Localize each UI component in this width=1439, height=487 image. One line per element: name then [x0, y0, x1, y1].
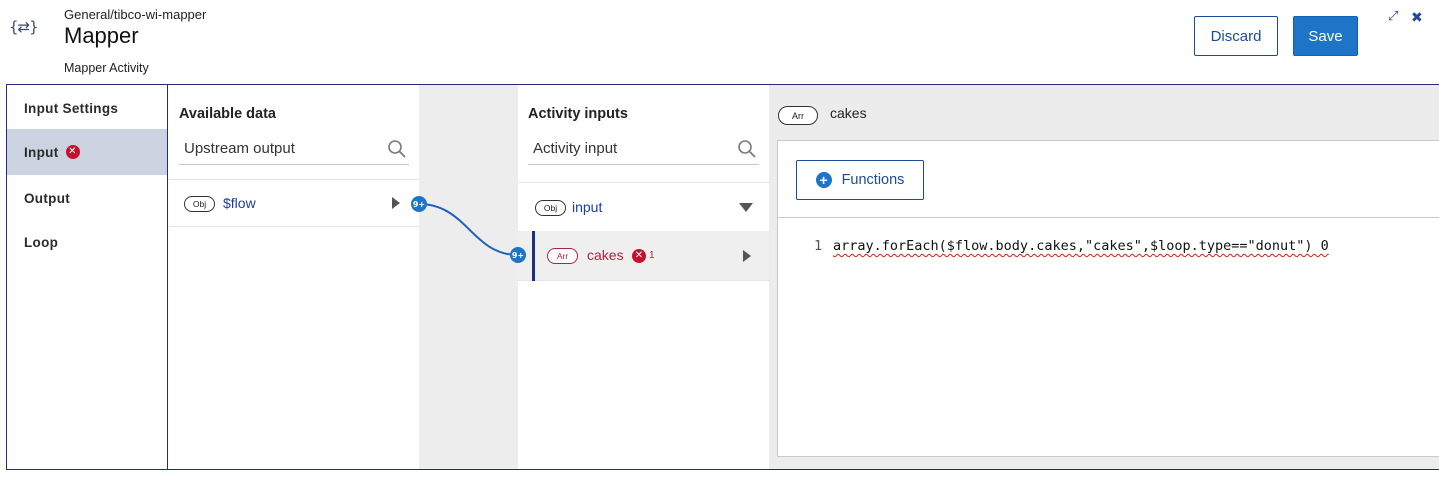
- page-title: Mapper: [64, 23, 139, 48]
- tree-row-input[interactable]: Obj input: [518, 182, 769, 230]
- tree-row-flow[interactable]: Obj $flow: [169, 179, 419, 227]
- page-subtitle: Mapper Activity: [64, 61, 149, 75]
- tab-output[interactable]: Output: [7, 175, 167, 221]
- plus-icon: +: [815, 172, 832, 188]
- mapping-node-target[interactable]: 9+: [510, 247, 526, 263]
- expand-icon[interactable]: ⤢: [1388, 9, 1398, 24]
- collapse-arrow-icon[interactable]: [739, 203, 753, 212]
- tab-label: Input Settings: [24, 100, 119, 116]
- activity-inputs-title: Activity inputs: [528, 106, 628, 122]
- breadcrumb: General/tibco-wi-mapper: [64, 7, 207, 22]
- save-button[interactable]: Save: [1293, 16, 1358, 56]
- tab-input-settings[interactable]: Input Settings: [7, 85, 167, 131]
- error-count: 1: [649, 250, 655, 261]
- code-line[interactable]: 1 array.forEach($flow.body.cakes,"cakes"…: [778, 238, 1439, 258]
- error-icon: ✕: [632, 249, 646, 263]
- editor-divider: [778, 217, 1439, 218]
- tab-label: Loop: [24, 234, 59, 250]
- upstream-search-input[interactable]: Upstream output: [179, 133, 409, 165]
- tab-label: Output: [24, 190, 71, 206]
- discard-button[interactable]: Discard: [1194, 16, 1278, 56]
- available-data-panel: Available data Upstream output Obj $flow: [169, 85, 419, 469]
- mapper-frame: Input Settings Input ✕ Output Loop Avail…: [6, 84, 1439, 470]
- tab-loop[interactable]: Loop: [7, 219, 167, 265]
- search-placeholder: Activity input: [533, 140, 618, 157]
- obj-type-badge: Obj: [535, 200, 566, 216]
- activity-search-input[interactable]: Activity input: [528, 133, 759, 165]
- tab-input[interactable]: Input ✕: [7, 129, 167, 175]
- expression-editor[interactable]: + Functions 1 array.forEach($flow.body.c…: [777, 140, 1439, 457]
- close-icon[interactable]: ✖: [1411, 10, 1423, 26]
- arr-type-badge: Arr: [778, 106, 818, 125]
- search-icon[interactable]: [387, 139, 407, 159]
- functions-label: Functions: [841, 172, 905, 188]
- tree-row-cakes[interactable]: Arr cakes ✕ 1: [518, 231, 769, 281]
- tab-label: Input: [24, 144, 59, 160]
- obj-type-badge: Obj: [184, 196, 215, 212]
- settings-tabs: Input Settings Input ✕ Output Loop: [7, 85, 168, 469]
- functions-button[interactable]: + Functions: [796, 160, 924, 200]
- available-data-title: Available data: [179, 106, 276, 122]
- expand-arrow-icon[interactable]: [391, 197, 401, 209]
- line-number: 1: [814, 238, 823, 254]
- search-icon[interactable]: [737, 139, 757, 159]
- code-text[interactable]: array.forEach($flow.body.cakes,"cakes",$…: [833, 238, 1329, 254]
- tree-item-label: input: [572, 199, 603, 215]
- selection-indicator: [532, 231, 535, 281]
- mapper-icon: {⇄}: [9, 18, 39, 36]
- tree-item-label: $flow: [223, 195, 256, 211]
- expand-arrow-icon[interactable]: [742, 250, 752, 262]
- search-placeholder: Upstream output: [184, 140, 295, 157]
- mapping-connector-area: [419, 85, 518, 469]
- error-icon: ✕: [65, 145, 80, 159]
- field-name: cakes: [830, 105, 867, 121]
- mapping-node-source[interactable]: 9+: [411, 196, 427, 212]
- arr-type-badge: Arr: [547, 248, 578, 264]
- activity-inputs-panel: Activity inputs Activity input Obj input…: [518, 85, 769, 469]
- tree-item-label: cakes: [587, 247, 624, 263]
